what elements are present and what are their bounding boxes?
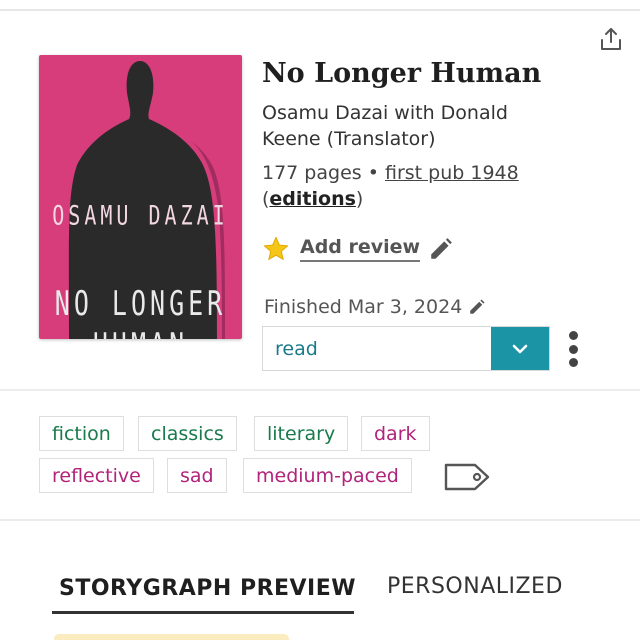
tag-fiction[interactable]: fiction	[39, 416, 124, 451]
tag-literary[interactable]: literary	[254, 416, 349, 451]
section-divider-2	[0, 519, 640, 521]
tag-icon[interactable]	[443, 461, 491, 493]
tag-sad[interactable]: sad	[167, 458, 227, 493]
top-divider	[0, 9, 640, 11]
first-pub-link[interactable]: first pub 1948	[385, 162, 519, 184]
cover-title-line-1: NO LONGER	[54, 283, 227, 324]
cover-title-line-2: HUMAN	[39, 326, 242, 339]
finished-date: Finished Mar 3, 2024	[264, 296, 463, 318]
editions-link[interactable]: editions	[269, 188, 355, 210]
tag-medium-paced[interactable]: medium-paced	[243, 458, 412, 493]
share-button[interactable]	[596, 24, 626, 54]
book-meta: 177 pages • first pub 1948 (editions)	[262, 160, 562, 212]
add-review-row: Add review	[262, 234, 454, 264]
share-icon	[601, 28, 621, 50]
edit-date-pencil-icon[interactable]	[468, 298, 486, 316]
meta-separator: •	[367, 162, 379, 184]
more-vertical-icon-dot-2	[568, 344, 578, 354]
status-dropdown-button[interactable]	[491, 327, 549, 370]
star-icon	[263, 236, 289, 260]
reading-status-select[interactable]: read	[262, 326, 550, 371]
section-divider	[0, 389, 640, 391]
more-vertical-icon-dot-3	[568, 358, 578, 367]
more-options-button[interactable]	[563, 328, 583, 370]
cover-author-text: OSAMU DAZAI	[52, 198, 229, 232]
preview-content-peek	[54, 634, 289, 640]
more-vertical-icon-dot-1	[568, 331, 578, 340]
editions-close-paren: )	[355, 188, 364, 210]
tab-storygraph-preview[interactable]: STORYGRAPH PREVIEW	[59, 576, 356, 601]
pencil-icon[interactable]	[428, 236, 454, 262]
active-tab-indicator	[52, 611, 354, 614]
tag-classics[interactable]: classics	[138, 416, 237, 451]
tab-personalized[interactable]: PERSONALIZED	[387, 574, 563, 599]
book-title: No Longer Human	[262, 58, 542, 89]
book-cover[interactable]: OSAMU DAZAI NO LONGER HUMAN	[39, 55, 242, 339]
tag-dark[interactable]: dark	[361, 416, 430, 451]
book-authors[interactable]: Osamu Dazai with Donald Keene (Translato…	[262, 100, 562, 152]
reading-status-value: read	[275, 337, 318, 360]
finished-row: Finished Mar 3, 2024	[264, 296, 486, 318]
chevron-down-icon	[512, 344, 528, 353]
page-count: 177 pages	[262, 162, 362, 184]
tag-reflective[interactable]: reflective	[39, 458, 154, 493]
add-review-link[interactable]: Add review	[300, 236, 421, 262]
